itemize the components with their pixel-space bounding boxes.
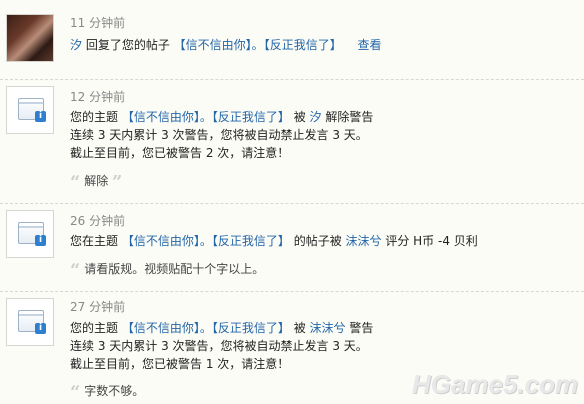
quote-close-icon: ” (112, 172, 123, 193)
notice-action: 警告 (345, 321, 374, 335)
notice-prefix: 您的主题 (70, 321, 122, 335)
notice-time: 12 分钟前 (70, 90, 126, 104)
thread-link-2[interactable]: 【反正我信了】 (212, 321, 290, 335)
thread-link[interactable]: 【信不信由你】 (174, 38, 252, 52)
thread-link[interactable]: 【信不信由你】 (122, 234, 200, 248)
notice-window-icon: i (18, 310, 46, 334)
site-watermark: HGame5.com (411, 369, 578, 399)
user-link[interactable]: 沫沫兮 (346, 234, 382, 248)
thread-link[interactable]: 【信不信由你】 (122, 110, 200, 124)
notice-action: 解除警告 (321, 110, 374, 124)
notice-text: 您在主题 【信不信由你】。【反正我信了】 的帖子被 沫沫兮 评分 H币 -4 贝… (70, 232, 478, 250)
notice-warning-rule: 连续 3 天内累计 3 次警告，您将被自动禁止发言 3 天。 (70, 339, 368, 353)
notice-action-text: 回复了您的帖子 (82, 38, 174, 52)
notice-text: 您的主题 【信不信由你】。【反正我信了】 被 汐 解除警告 (70, 108, 373, 126)
quote-open-icon: “ (70, 382, 81, 403)
notice-text: 您的主题 【信不信由你】。【反正我信了】 被 沫沫兮 警告 (70, 319, 373, 337)
system-avatar: i (6, 86, 54, 134)
user-link[interactable]: 汐 (310, 110, 322, 124)
notice-warning-count: 截止至目前，您已被警告 1 次，请注意！ (70, 357, 290, 371)
thread-separator: 。 (199, 110, 212, 124)
quote-text: 解除 (84, 174, 109, 188)
user-avatar[interactable] (6, 14, 54, 62)
notice-by: 被 (289, 110, 310, 124)
quote-text: 字数不够。 (84, 384, 145, 398)
notice-text: 汐 回复了您的帖子 【信不信由你】。【反正我信了】 查看 (70, 36, 382, 54)
notice-window-icon: i (18, 222, 46, 246)
quote-text: 请看版规。视频贴配十个字以上。 (84, 262, 265, 276)
user-link[interactable]: 汐 (70, 38, 82, 52)
notice-item: i 26 分钟前 您在主题 【信不信由你】。【反正我信了】 的帖子被 沫沫兮 评… (0, 204, 584, 292)
notice-item: i 12 分钟前 您的主题 【信不信由你】。【反正我信了】 被 汐 解除警告 连… (0, 80, 584, 204)
notice-prefix: 您在主题 (70, 234, 122, 248)
notice-item: 11 分钟前 汐 回复了您的帖子 【信不信由你】。【反正我信了】 查看 (0, 0, 584, 80)
notice-by: 被 (289, 321, 310, 335)
notice-time: 26 分钟前 (70, 214, 126, 228)
thread-separator: 。 (251, 38, 264, 52)
notice-time: 11 分钟前 (70, 16, 126, 30)
quote-open-icon: “ (70, 172, 81, 193)
notice-window-icon: i (18, 98, 46, 122)
thread-link-2[interactable]: 【反正我信了】 (264, 38, 342, 52)
notice-warning-count: 截止至目前，您已被警告 2 次，请注意！ (70, 146, 290, 160)
notice-quote: “ 请看版规。视频贴配十个字以上。 (70, 260, 264, 281)
user-link[interactable]: 沫沫兮 (310, 321, 346, 335)
quote-open-icon: “ (70, 260, 81, 281)
system-avatar: i (6, 210, 54, 258)
system-avatar: i (6, 298, 54, 346)
notice-quote: “ 解除 ” (70, 172, 122, 193)
thread-link[interactable]: 【信不信由你】 (122, 321, 200, 335)
notice-prefix: 您的主题 (70, 110, 122, 124)
notice-warning-rule: 连续 3 天内累计 3 次警告，您将被自动禁止发言 3 天。 (70, 128, 368, 142)
notice-time: 27 分钟前 (70, 300, 126, 314)
notice-mid: 的帖子被 (289, 234, 346, 248)
thread-link-2[interactable]: 【反正我信了】 (212, 234, 290, 248)
thread-separator: 。 (199, 321, 212, 335)
view-link[interactable]: 查看 (358, 38, 382, 52)
thread-link-2[interactable]: 【反正我信了】 (212, 110, 290, 124)
notice-action: 评分 H币 -4 贝利 (381, 234, 478, 248)
thread-separator: 。 (199, 234, 212, 248)
notice-quote: “ 字数不够。 (70, 382, 144, 403)
